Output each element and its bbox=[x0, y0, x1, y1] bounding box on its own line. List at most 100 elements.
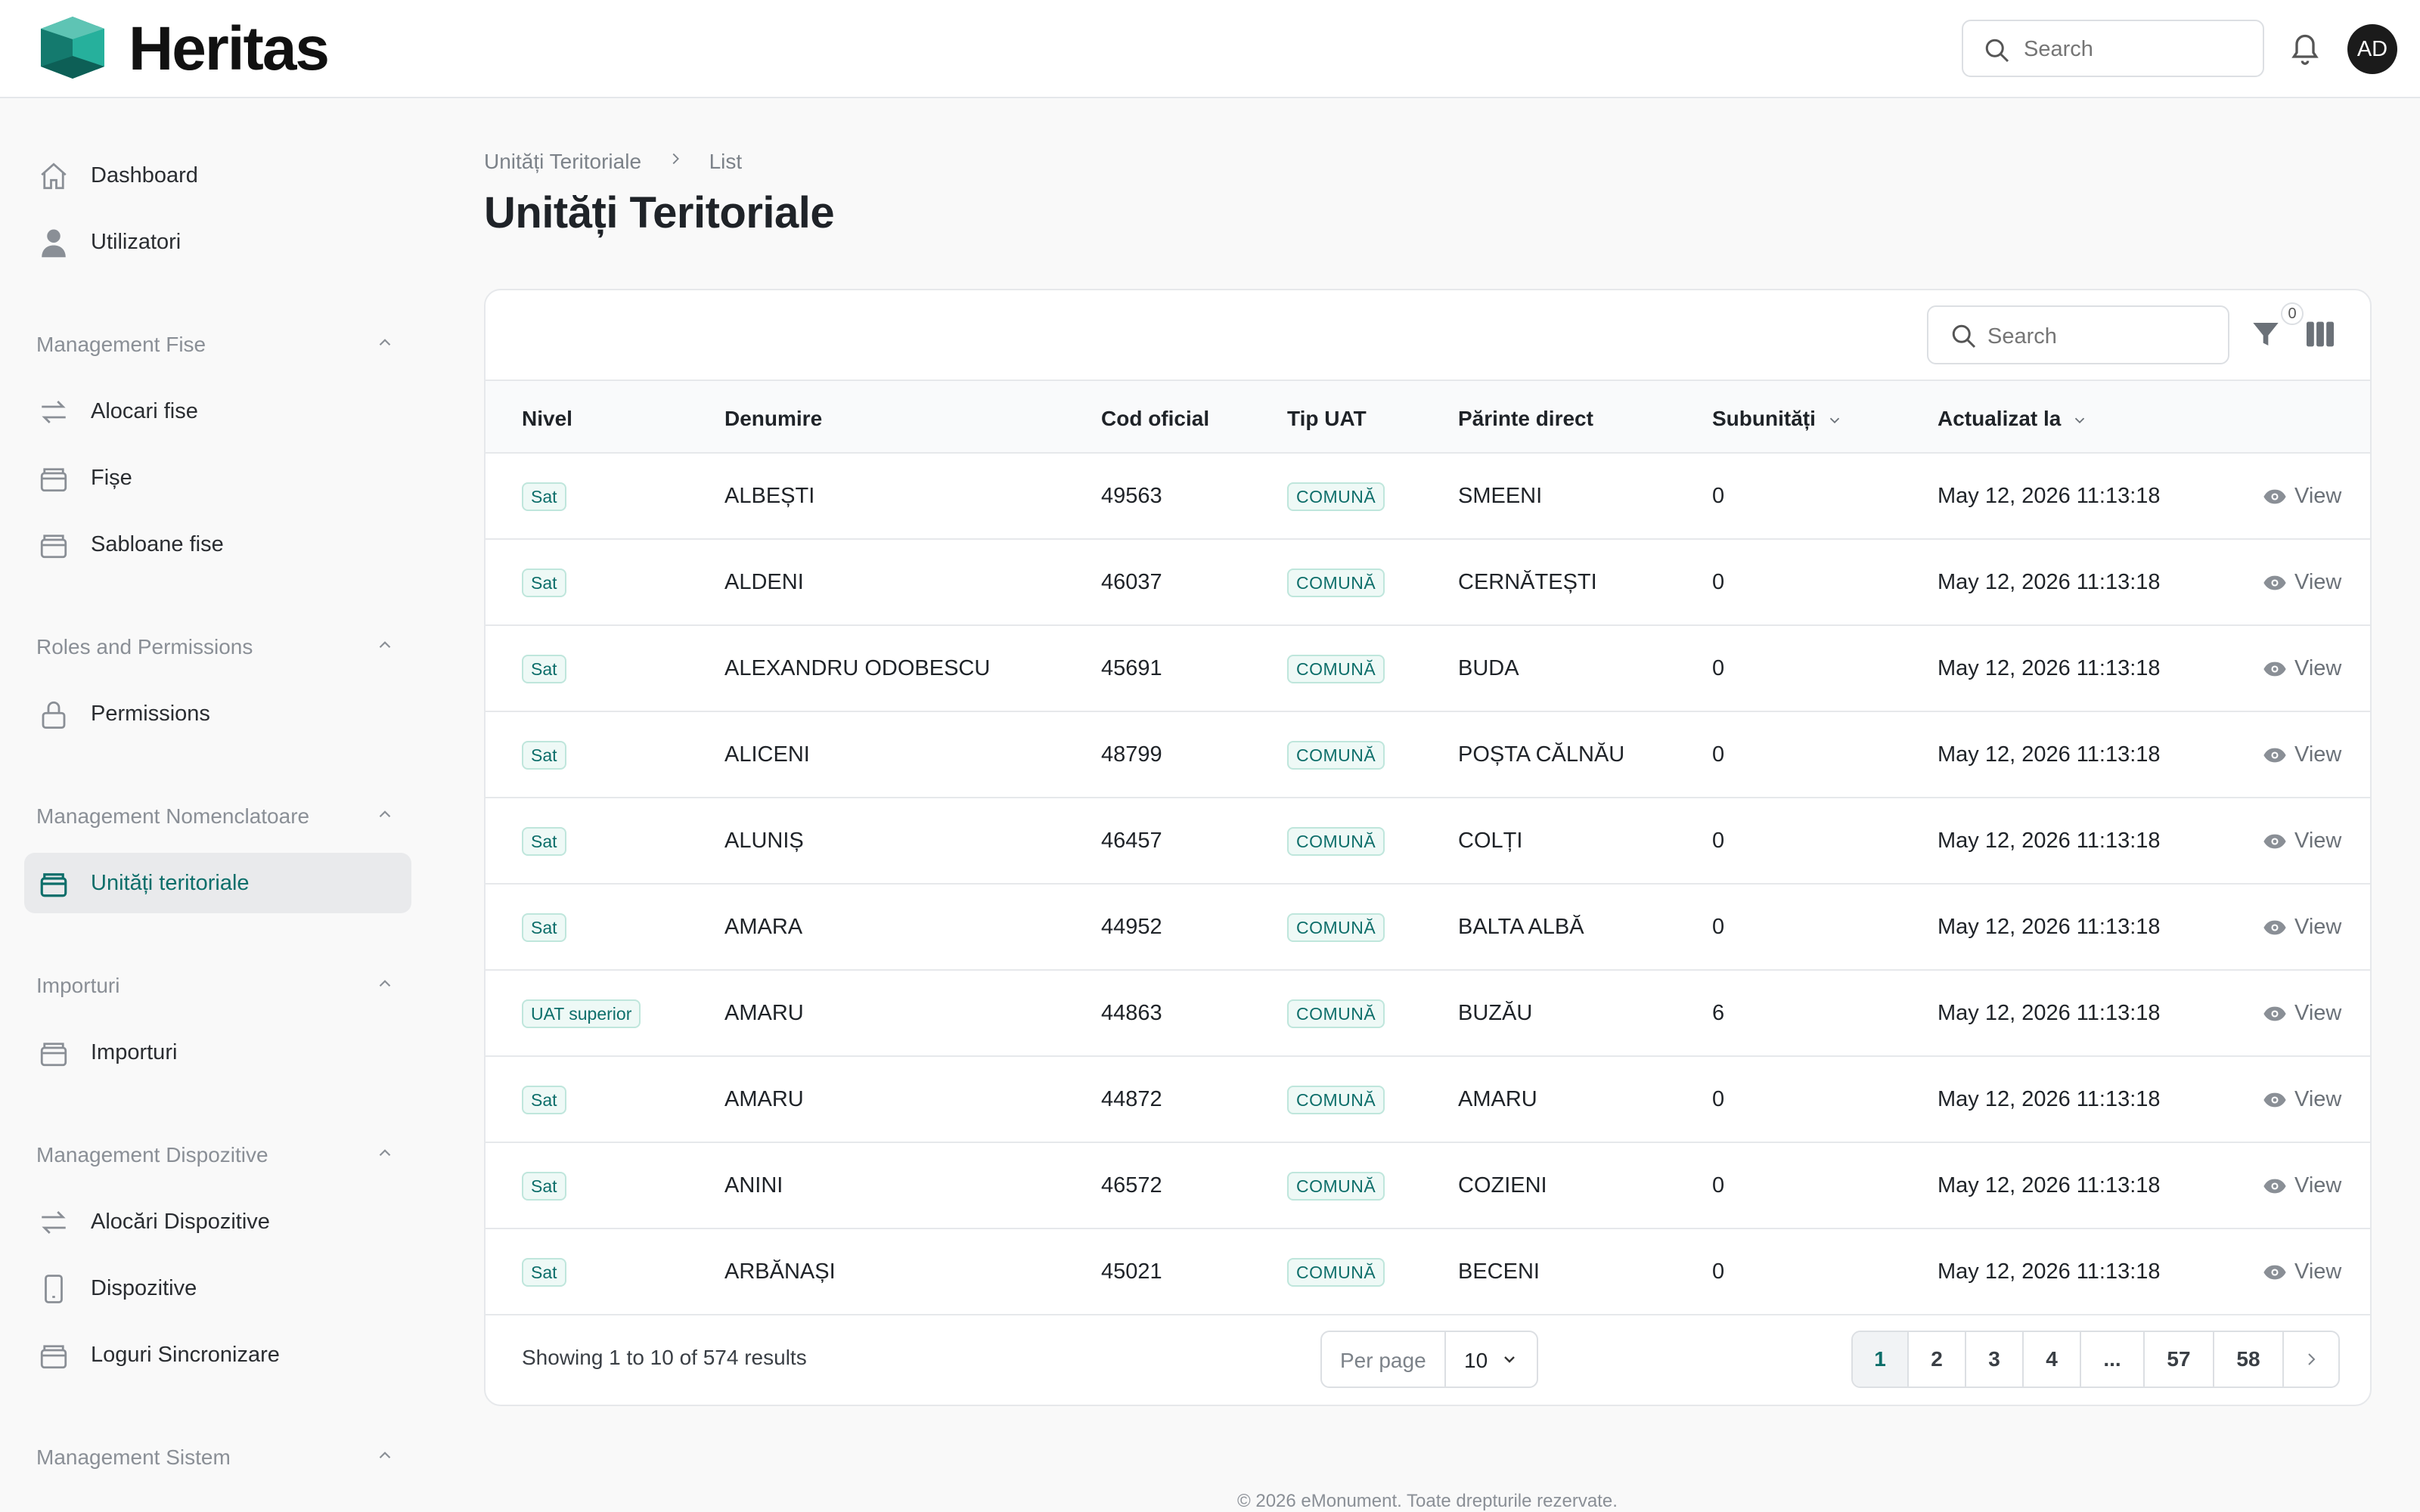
eye-icon bbox=[2263, 1179, 2286, 1194]
column-header-tip-uat[interactable]: Tip UAT bbox=[1287, 407, 1367, 431]
chevron-up-icon[interactable] bbox=[375, 635, 395, 655]
tip-uat-badge: COMUNĂ bbox=[1287, 827, 1385, 856]
cell-actualizat-la: May 12, 2026 11:13:18 bbox=[1938, 484, 2161, 508]
page-button-2[interactable]: 2 bbox=[1909, 1332, 1966, 1387]
cell-subunitati: 6 bbox=[1712, 1001, 1725, 1025]
cell-denumire: ALUNIȘ bbox=[724, 829, 804, 853]
folder-icon bbox=[40, 1043, 67, 1067]
column-header-parinte-direct[interactable]: Părinte direct bbox=[1458, 407, 1593, 431]
view-button[interactable]: View bbox=[2263, 1259, 2341, 1284]
table-row[interactable]: Sat ALICENI 48799 COMUNĂ POȘTA CĂLNĂU 0 May 12… bbox=[486, 712, 2370, 798]
chevron-up-icon[interactable] bbox=[375, 974, 395, 993]
table-row[interactable]: Sat AMARU 44872 COMUNĂ AMARU 0 May 12, 2026 11… bbox=[486, 1057, 2370, 1143]
column-header-subunitati[interactable]: Subunități bbox=[1712, 407, 1843, 431]
view-button[interactable]: View bbox=[2263, 742, 2341, 767]
table-search-input[interactable] bbox=[1987, 319, 2214, 354]
sidebar-item-permissions[interactable]: Permissions bbox=[24, 683, 411, 744]
folder-icon bbox=[40, 1345, 67, 1369]
cell-denumire: ALBEȘTI bbox=[724, 484, 815, 508]
view-button[interactable]: View bbox=[2263, 484, 2341, 509]
sidebar-item-dashboard[interactable]: Dashboard bbox=[24, 145, 411, 206]
nivel-badge: Sat bbox=[522, 482, 566, 511]
cell-cod-oficial: 45691 bbox=[1101, 656, 1162, 680]
nivel-badge: Sat bbox=[522, 1172, 566, 1201]
page-button-4[interactable]: 4 bbox=[2024, 1332, 2081, 1387]
page-button-57[interactable]: 57 bbox=[2145, 1332, 2214, 1387]
chevron-right-icon bbox=[672, 153, 679, 165]
sidebar-item-label: Dashboard bbox=[91, 163, 198, 187]
per-page-value: 10 bbox=[1464, 1349, 1488, 1372]
sidebar: Dashboard Utilizatori Management Fise Al… bbox=[0, 98, 439, 1512]
sidebar-item-alocari-fise[interactable]: Alocari fise bbox=[24, 381, 411, 442]
cell-cod-oficial: 46572 bbox=[1101, 1173, 1162, 1198]
divider bbox=[1444, 1332, 1446, 1387]
column-header-nivel[interactable]: Nivel bbox=[522, 407, 572, 431]
folder-icon bbox=[40, 873, 67, 897]
table-row[interactable]: Sat ALEXANDRU ODOBESCU 45691 COMUNĂ BUDA 0 May… bbox=[486, 626, 2370, 712]
column-header-denumire[interactable]: Denumire bbox=[724, 407, 822, 431]
chevron-up-icon[interactable] bbox=[375, 1445, 395, 1465]
sidebar-item-fise[interactable]: Fișe bbox=[24, 448, 411, 508]
table-row[interactable]: Sat AMARA 44952 COMUNĂ BALTA ALBĂ 0 May 12, 20… bbox=[486, 885, 2370, 971]
nivel-badge: Sat bbox=[522, 1086, 566, 1114]
table-row[interactable]: Sat ALDENI 46037 COMUNĂ CERNĂTEȘTI 0 May 12, 2… bbox=[486, 540, 2370, 626]
sidebar-item-alocari-dispozitive[interactable]: Alocări Dispozitive bbox=[24, 1191, 411, 1252]
view-button[interactable]: View bbox=[2263, 1087, 2341, 1112]
avatar[interactable]: AD bbox=[2347, 24, 2397, 74]
cell-actualizat-la: May 12, 2026 11:13:18 bbox=[1938, 1259, 2161, 1284]
table-row[interactable]: Sat ARBĂNAȘI 45021 COMUNĂ BECENI 0 May 12, 202… bbox=[486, 1229, 2370, 1315]
nivel-badge: Sat bbox=[522, 827, 566, 856]
view-button[interactable]: View bbox=[2263, 570, 2341, 595]
cell-cod-oficial: 44863 bbox=[1101, 1001, 1162, 1025]
brand-name[interactable]: Heritas bbox=[129, 14, 330, 85]
chevron-up-icon[interactable] bbox=[375, 804, 395, 824]
column-header-actualizat-la[interactable]: Actualizat la bbox=[1938, 407, 2088, 431]
sidebar-item-unitati-teritoriale[interactable]: Unități teritoriale bbox=[24, 853, 411, 913]
header-search[interactable] bbox=[1962, 20, 2264, 77]
view-button[interactable]: View bbox=[2263, 1173, 2341, 1198]
column-header-cod-oficial[interactable]: Cod oficial bbox=[1101, 407, 1209, 431]
columns-icon[interactable] bbox=[2305, 321, 2335, 348]
view-button[interactable]: View bbox=[2263, 829, 2341, 854]
table-row[interactable]: Sat ALUNIȘ 46457 COMUNĂ COLȚI 0 May 12, 2026 1… bbox=[486, 798, 2370, 885]
sidebar-item-importuri[interactable]: Importuri bbox=[24, 1022, 411, 1083]
sidebar-item-label: Importuri bbox=[91, 1040, 178, 1064]
bell-icon[interactable] bbox=[2288, 30, 2322, 67]
sidebar-item-utilizatori[interactable]: Utilizatori bbox=[24, 212, 411, 272]
cell-parinte-direct: CERNĂTEȘTI bbox=[1458, 570, 1597, 594]
table-row[interactable]: UAT superior AMARU 44863 COMUNĂ BUZĂU 6 May 12… bbox=[486, 971, 2370, 1057]
sidebar-item-dispozitive[interactable]: Dispozitive bbox=[24, 1258, 411, 1318]
table-row[interactable]: Sat ALBEȘTI 49563 COMUNĂ SMEENI 0 May 12, 2026… bbox=[486, 454, 2370, 540]
table-search[interactable] bbox=[1927, 305, 2229, 364]
sidebar-item-sabloane-fise[interactable]: Sabloane fise bbox=[24, 514, 411, 575]
header-search-input[interactable] bbox=[2024, 32, 2251, 67]
table-row[interactable]: Sat ANINI 46572 COMUNĂ COZIENI 0 May 12, 2026 … bbox=[486, 1143, 2370, 1229]
breadcrumb-parent[interactable]: Unități Teritoriale bbox=[484, 150, 641, 174]
sidebar-item-label: Alocari fise bbox=[91, 399, 198, 423]
chevron-up-icon[interactable] bbox=[375, 1143, 395, 1163]
filter-icon[interactable] bbox=[2251, 318, 2281, 351]
eye-icon bbox=[2263, 1007, 2286, 1021]
chevron-up-icon[interactable] bbox=[375, 333, 395, 352]
folder-icon bbox=[40, 468, 67, 492]
tip-uat-badge: COMUNĂ bbox=[1287, 999, 1385, 1028]
cell-denumire: ARBĂNAȘI bbox=[724, 1259, 836, 1284]
cell-subunitati: 0 bbox=[1712, 656, 1725, 680]
home-icon bbox=[41, 163, 67, 190]
sidebar-item-label: Fișe bbox=[91, 466, 132, 490]
view-button[interactable]: View bbox=[2263, 915, 2341, 940]
next-page-button[interactable] bbox=[2284, 1332, 2338, 1387]
eye-icon bbox=[2263, 835, 2286, 849]
table-footer: Showing 1 to 10 of 574 results Per page … bbox=[486, 1311, 2370, 1405]
view-button[interactable]: View bbox=[2263, 656, 2341, 681]
view-button[interactable]: View bbox=[2263, 1001, 2341, 1026]
sidebar-item-loguri-sincronizare[interactable]: Loguri Sincronizare bbox=[24, 1325, 411, 1385]
page-button-1[interactable]: 1 bbox=[1853, 1332, 1909, 1387]
heritas-logo-icon[interactable] bbox=[41, 17, 104, 79]
per-page-select[interactable]: Per page 10 bbox=[1320, 1331, 1538, 1388]
page-button-3[interactable]: 3 bbox=[1966, 1332, 2024, 1387]
page-button-58[interactable]: 58 bbox=[2214, 1332, 2284, 1387]
sidebar-item-label: Loguri Sincronizare bbox=[91, 1343, 280, 1367]
page-ellipsis: ... bbox=[2081, 1332, 2145, 1387]
arrows-icon bbox=[42, 1211, 66, 1234]
